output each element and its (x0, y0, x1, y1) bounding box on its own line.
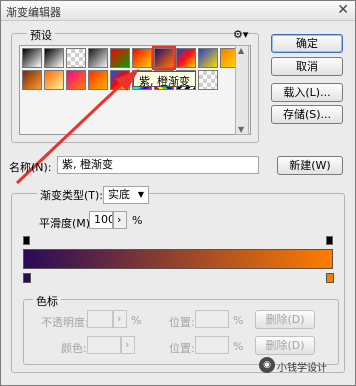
close-icon[interactable]: ✕ (337, 2, 349, 18)
preset-swatch[interactable] (198, 48, 218, 68)
opacity-label: 不透明度: (41, 316, 89, 329)
presets-label: 预设 (27, 27, 55, 43)
smoothness-slider-toggle[interactable]: › (113, 211, 127, 229)
gradient-editor-window: 渐变编辑器 ✕ 预设 ⚙▾ ▲ ▼ 紫, 橙渐变 确定 取消 载入(L)... … (0, 0, 356, 386)
opacity-stop-left[interactable] (23, 236, 30, 245)
color-stop-left[interactable] (23, 273, 31, 283)
preset-swatch[interactable] (176, 48, 196, 68)
preset-swatch-selected[interactable] (152, 46, 176, 70)
opacity-location-unit: % (233, 314, 244, 327)
preset-swatch[interactable] (198, 70, 218, 90)
delete-opacity-stop-button[interactable]: 删除(D) (255, 310, 315, 329)
color-stops-label: 色标 (33, 293, 61, 309)
scroll-up-icon[interactable]: ▲ (238, 46, 244, 55)
gradient-bar[interactable] (23, 249, 333, 269)
opacity-unit: % (131, 314, 142, 327)
save-button[interactable]: 存储(S)... (271, 105, 343, 124)
opacity-stop-right[interactable] (326, 236, 333, 245)
scroll-down-icon[interactable]: ▼ (238, 125, 244, 134)
color-location-label: 位置: (169, 342, 195, 355)
name-input[interactable]: 紫, 橙渐变 (57, 156, 259, 174)
gradient-type-value: 实底 (108, 188, 130, 201)
watermark-text: 小钱学设计 (277, 363, 327, 374)
color-picker-toggle[interactable]: › (121, 336, 135, 354)
new-button[interactable]: 新建(W) (277, 156, 343, 175)
gradient-type-label: 渐变类型(T): (37, 187, 107, 203)
title-bar: 渐变编辑器 ✕ (1, 1, 355, 21)
cancel-button[interactable]: 取消 (271, 57, 343, 76)
name-label: 名称(N): (9, 161, 52, 174)
color-swatch[interactable] (87, 336, 121, 354)
opacity-location-input[interactable] (195, 310, 229, 328)
chevron-down-icon: ▼ (137, 190, 144, 199)
wechat-icon: ◉ (259, 357, 275, 373)
color-location-input[interactable] (195, 336, 229, 354)
color-stop-right[interactable] (326, 273, 334, 283)
window-title: 渐变编辑器 (6, 6, 61, 19)
load-button[interactable]: 载入(L)... (271, 83, 343, 102)
gear-icon[interactable]: ⚙▾ (233, 28, 248, 41)
color-label: 颜色: (61, 342, 87, 355)
smoothness-unit: % (132, 214, 143, 227)
gradient-type-select[interactable]: 实底 ▼ (103, 186, 149, 204)
delete-color-stop-button[interactable]: 删除(D) (255, 336, 315, 355)
smoothness-input[interactable]: 100 (89, 211, 113, 229)
opacity-slider-toggle[interactable]: › (113, 310, 127, 328)
color-location-unit: % (233, 340, 244, 353)
opacity-location-label: 位置: (169, 316, 195, 329)
opacity-input[interactable] (87, 310, 113, 328)
ok-button[interactable]: 确定 (271, 34, 343, 53)
presets-scrollbar[interactable]: ▲ ▼ (235, 45, 249, 135)
smoothness-label: 平滑度(M): (39, 217, 94, 230)
